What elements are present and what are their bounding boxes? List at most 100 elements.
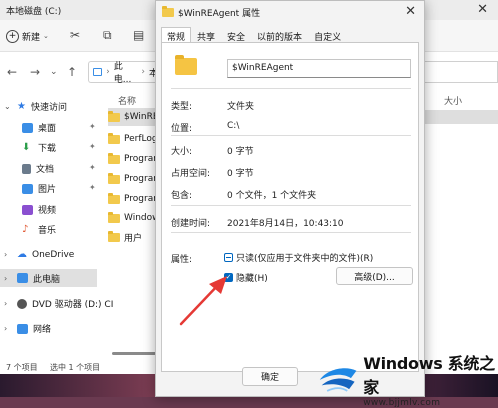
chevron-right-icon: › (4, 273, 8, 283)
size-on-disk-label: 占用空间: (171, 169, 211, 179)
recent-chevron-icon[interactable]: ⌄ (50, 67, 58, 77)
sidebar-item-desktop[interactable]: 桌面 (22, 121, 56, 134)
dialog-title: $WinREAgent 属性 (178, 9, 261, 19)
folder-icon (108, 230, 120, 242)
address-bar[interactable]: › 此电... › 本 (88, 59, 158, 85)
size-label: 大小: (171, 147, 193, 157)
divider (171, 135, 411, 136)
up-icon[interactable]: ↑ (67, 65, 77, 79)
created-value: 2021年8月14日，10:43:10 (227, 219, 344, 229)
network-icon (17, 323, 28, 334)
sidebar-item-label: 文档 (36, 165, 55, 175)
close-icon[interactable]: ✕ (405, 4, 416, 19)
sidebar-item-quick-access[interactable]: ⌄ ★ 快速访问 (4, 100, 67, 113)
back-icon[interactable]: ← (7, 65, 17, 79)
paste-icon[interactable]: ▤ (133, 28, 144, 42)
sidebar-item-documents[interactable]: 文档 (22, 162, 54, 175)
sidebar-item-label: 快速访问 (30, 103, 67, 113)
chevron-down-icon: ⌄ (43, 32, 49, 40)
column-header-name[interactable]: 名称 (118, 94, 136, 107)
dialog-titlebar: $WinREAgent 属性 (162, 6, 260, 19)
dvd-icon (17, 298, 27, 309)
music-icon: ♪ (22, 224, 29, 235)
chevron-right-icon: › (4, 324, 8, 333)
hidden-label: 隐藏(H) (236, 274, 268, 284)
folder-icon (108, 172, 120, 184)
sidebar-item-label: 图片 (38, 185, 57, 195)
contains-value: 0 个文件，1 个文件夹 (227, 191, 317, 201)
plus-icon: + (6, 29, 19, 43)
properties-dialog: $WinREAgent 属性 ✕ 常规 共享 安全 以前的版本 自定义 $Win… (155, 0, 425, 397)
folder-name-field[interactable]: $WinREAgent (227, 59, 411, 78)
sidebar-item-downloads[interactable]: ⬇ 下载 (22, 141, 56, 154)
forward-icon[interactable]: → (30, 65, 40, 79)
sidebar-item-this-pc[interactable]: › 此电脑 (0, 269, 97, 287)
pin-icon: ✦ (89, 183, 96, 192)
sidebar-item-network[interactable]: › 网络 (4, 322, 51, 335)
explorer-close-icon[interactable]: ✕ (477, 2, 488, 17)
readonly-checkbox[interactable]: 只读(仅应用于文件夹中的文件)(R) (224, 251, 373, 264)
watermark-brand: Windows (363, 354, 443, 373)
watermark-url: www.bjjmlv.com (363, 398, 441, 408)
sidebar-item-music[interactable]: ♪ 音乐 (22, 223, 56, 236)
contains-label: 包含: (171, 191, 193, 201)
type-label: 类型: (171, 102, 193, 112)
new-button[interactable]: + 新建 ⌄ (6, 27, 49, 45)
folder-icon (175, 55, 197, 75)
tab-general[interactable]: 常规 (161, 27, 192, 43)
folder-icon (108, 211, 120, 223)
chevron-down-icon: ⌄ (4, 102, 11, 111)
folder-icon (108, 110, 120, 122)
sidebar-item-label: DVD 驱动器 (D:) CI (32, 300, 114, 310)
document-icon (22, 163, 31, 174)
divider (171, 232, 411, 233)
cloud-icon: ☁ (17, 249, 27, 260)
ok-button[interactable]: 确定 (242, 367, 298, 386)
advanced-button[interactable]: 高级(D)... (336, 267, 413, 285)
sidebar-item-label: 下载 (38, 144, 57, 154)
location-label: 位置: (171, 124, 193, 134)
status-item-count: 7 个项目 (6, 363, 38, 372)
file-name: 用户 (124, 233, 143, 244)
size-value: 0 字节 (227, 147, 254, 157)
cut-icon[interactable]: ✂ (70, 28, 80, 42)
tab-previous-versions[interactable]: 以前的版本 (251, 27, 308, 43)
windows-logo-icon (319, 368, 357, 392)
sidebar-item-dvd-drive[interactable]: › DVD 驱动器 (D:) CI (4, 297, 113, 310)
watermark: Windows 系统之家 www.bjjmlv.com (318, 350, 498, 408)
tab-bar: 常规 共享 安全 以前的版本 自定义 (161, 27, 347, 43)
annotation-arrow-icon (179, 276, 227, 326)
tab-customize[interactable]: 自定义 (308, 27, 347, 43)
folder-icon (108, 152, 120, 164)
checkbox-indeterminate-icon (224, 253, 233, 262)
star-icon: ★ (17, 101, 26, 112)
folder-icon (108, 132, 120, 144)
divider (171, 88, 411, 89)
sidebar-item-onedrive[interactable]: › ☁ OneDrive (4, 249, 74, 260)
copy-icon[interactable]: ⧉ (103, 28, 112, 43)
sidebar-item-label: 音乐 (38, 226, 57, 236)
address-separator-icon: › (141, 67, 145, 77)
horizontal-scrollbar[interactable] (112, 352, 156, 355)
attributes-label: 属性: (171, 255, 193, 265)
sidebar-item-videos[interactable]: 视频 (22, 203, 56, 216)
sidebar-item-pictures[interactable]: 图片 (22, 182, 56, 195)
sidebar-item-label: OneDrive (32, 249, 75, 260)
navigation-pane: ⌄ ★ 快速访问 桌面 ✦ ⬇ 下载 ✦ 文档 ✦ 图片 ✦ 视频 ♪ 音乐 ›… (0, 92, 113, 354)
computer-icon (93, 68, 103, 76)
video-icon (22, 204, 33, 215)
desktop-icon (22, 122, 33, 133)
tab-security[interactable]: 安全 (221, 27, 251, 43)
download-icon: ⬇ (22, 142, 31, 153)
new-button-label: 新建 (22, 32, 41, 43)
tab-sharing[interactable]: 共享 (191, 27, 221, 43)
address-segment[interactable]: 此电... (114, 59, 138, 85)
pin-icon: ✦ (89, 163, 96, 172)
search-box[interactable] (418, 61, 498, 83)
readonly-label: 只读(仅应用于文件夹中的文件)(R) (236, 254, 374, 264)
location-value: C:\ (227, 121, 240, 131)
explorer-title: 本地磁盘 (C:) (6, 7, 62, 17)
column-header-size[interactable]: 大小 (444, 94, 462, 107)
size-on-disk-value: 0 字节 (227, 169, 254, 179)
pin-icon: ✦ (89, 122, 96, 131)
